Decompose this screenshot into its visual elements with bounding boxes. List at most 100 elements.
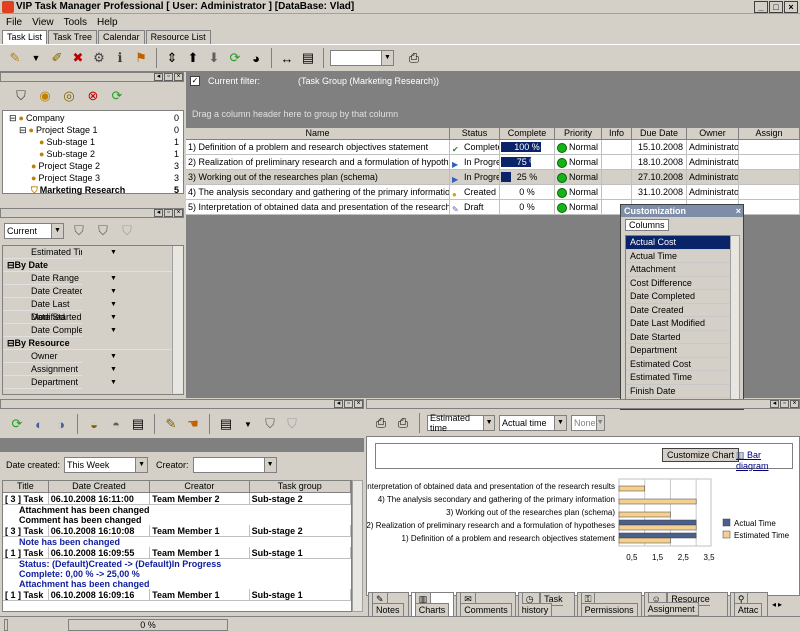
tabs-scroll-right[interactable]: ▸ bbox=[778, 600, 782, 609]
columns-icon[interactable]: ▤ bbox=[299, 49, 317, 67]
tab-task-list[interactable]: Task List bbox=[2, 30, 48, 44]
panel-pin-icon[interactable]: ◂ bbox=[770, 400, 779, 408]
export-icon[interactable]: ▤ bbox=[129, 415, 147, 433]
panel-close-icon[interactable]: × bbox=[174, 73, 183, 81]
col-assign[interactable]: Assign bbox=[739, 128, 800, 139]
hcol-title[interactable]: Title bbox=[3, 481, 49, 492]
prop-estimated-time[interactable]: Estimated Time ▼ bbox=[3, 246, 183, 259]
panel-pin-icon[interactable]: ◂ bbox=[154, 73, 163, 81]
hcol-task-group[interactable]: Task group bbox=[250, 481, 351, 492]
customization-item[interactable]: Estimated Cost bbox=[626, 357, 732, 371]
customize-chart-button[interactable]: Customize Chart bbox=[662, 448, 740, 462]
filter-clear-icon[interactable]: ⛉ bbox=[118, 222, 136, 240]
task-info-icon[interactable]: ℹ bbox=[111, 49, 129, 67]
customization-item[interactable]: Cost Difference bbox=[626, 276, 732, 290]
clear-icon[interactable]: ◕ bbox=[247, 49, 265, 67]
history-row[interactable]: [ 3 ] Task 06.10.2008 16:10:08 Team Member… bbox=[3, 525, 351, 537]
open-task-icon[interactable]: ◒ bbox=[85, 415, 103, 433]
fit-width-icon[interactable]: ↔ bbox=[278, 49, 296, 67]
panel-close-icon[interactable]: × bbox=[790, 400, 799, 408]
chart-series3-select[interactable]: None ▼ bbox=[571, 415, 605, 431]
history-row[interactable]: [ 1 ] Task 06.10.2008 16:09:55 Team Member… bbox=[3, 547, 351, 559]
prop-date-range[interactable]: Date Range ▼ bbox=[3, 272, 183, 285]
edit-history-icon[interactable]: ✎ bbox=[162, 415, 180, 433]
refresh-tree-icon[interactable]: ⟳ bbox=[108, 87, 126, 105]
col-status[interactable]: Status bbox=[450, 128, 500, 139]
panel-pin-icon[interactable]: ◂ bbox=[154, 209, 163, 217]
tab-charts[interactable]: ▥ Charts bbox=[410, 591, 455, 617]
view-icon[interactable]: ◐ bbox=[30, 415, 48, 433]
maximize-button[interactable]: □ bbox=[769, 1, 783, 13]
print-preview-icon[interactable]: ⎙ bbox=[372, 414, 390, 432]
print-icon[interactable]: ⎙ bbox=[394, 414, 412, 432]
prop-owner[interactable]: Owner ▼ bbox=[3, 350, 183, 363]
filter-checkbox[interactable]: ✓ bbox=[190, 76, 200, 86]
table-row[interactable]: 4) The analysis secondary and gathering … bbox=[186, 185, 800, 200]
new-task-icon[interactable]: ✎ bbox=[6, 49, 24, 67]
filter-edit-icon[interactable]: ⛉ bbox=[94, 222, 112, 240]
table-row[interactable]: 3) Working out of the researches plan (s… bbox=[186, 170, 800, 185]
view-select[interactable]: Current ▼ bbox=[4, 223, 64, 239]
dropdown-arrow-icon[interactable]: ▼ bbox=[239, 415, 257, 433]
columns-icon[interactable]: ▤ bbox=[217, 415, 235, 433]
close-button[interactable]: × bbox=[784, 1, 798, 13]
prop-department[interactable]: Department ▼ bbox=[3, 376, 183, 389]
menu-view[interactable]: View bbox=[32, 17, 54, 28]
filter-icon[interactable]: ⛉ bbox=[261, 415, 279, 433]
customization-item[interactable]: Attachment bbox=[626, 263, 732, 277]
tab-task-tree[interactable]: Task Tree bbox=[48, 30, 98, 44]
prop-assignment[interactable]: Assignment ▼ bbox=[3, 363, 183, 376]
customization-item[interactable]: Department bbox=[626, 344, 732, 358]
customization-item[interactable]: Actual Cost bbox=[626, 236, 732, 250]
tree-node-project-stage-2[interactable]: ● Project Stage 23 bbox=[3, 160, 183, 172]
hand-icon[interactable]: ☚ bbox=[184, 415, 202, 433]
panel-close-icon[interactable]: × bbox=[174, 209, 183, 217]
menu-file[interactable]: File bbox=[6, 17, 22, 28]
customization-item[interactable]: Date Created bbox=[626, 303, 732, 317]
tab-attachments[interactable]: ⚲ Attac bbox=[729, 591, 768, 617]
prop-date-created[interactable]: Date Created ▼ bbox=[3, 285, 183, 298]
tab-task-history[interactable]: ◷ Task history bbox=[517, 591, 575, 617]
col-name[interactable]: Name bbox=[186, 128, 450, 139]
tab-calendar[interactable]: Calendar bbox=[98, 30, 145, 44]
delete-task-icon[interactable]: ✖ bbox=[69, 49, 87, 67]
prop-date-last-modified[interactable]: Date Last Modified ▼ bbox=[3, 298, 183, 322]
filter-icon[interactable]: ⛉ bbox=[70, 222, 88, 240]
tree-node-marketing-research[interactable]: ⛉ Marketing Research 5 bbox=[3, 184, 183, 196]
panel-float-icon[interactable]: ▫ bbox=[164, 73, 173, 81]
panel-pin-icon[interactable]: ◂ bbox=[334, 400, 343, 408]
tree-node-sub-stage-2[interactable]: ● Sub-stage 21 bbox=[3, 148, 183, 160]
prop-date-completed[interactable]: Date Completed ▼ bbox=[3, 324, 183, 337]
panel-float-icon[interactable]: ▫ bbox=[164, 209, 173, 217]
col-complete[interactable]: Complete bbox=[500, 128, 555, 139]
task-flag-icon[interactable]: ⚑ bbox=[132, 49, 150, 67]
panel-float-icon[interactable]: ▫ bbox=[344, 400, 353, 408]
dropdown-arrow-icon[interactable]: ▼ bbox=[27, 49, 45, 67]
customization-item[interactable]: Estimated Time bbox=[626, 371, 732, 385]
delete-group-icon[interactable]: ⊗ bbox=[84, 87, 102, 105]
customization-item[interactable]: Date Started bbox=[626, 330, 732, 344]
chart-series1-select[interactable]: Estimated time ▼ bbox=[427, 413, 495, 433]
minimize-button[interactable]: _ bbox=[754, 1, 768, 13]
filter-icon[interactable]: ⛉ bbox=[12, 87, 30, 105]
menu-tools[interactable]: Tools bbox=[64, 17, 87, 28]
tree-node-project-stage-3[interactable]: ● Project Stage 33 bbox=[3, 172, 183, 184]
print-icon[interactable]: ⎙ bbox=[405, 49, 423, 67]
bar-diagram-link[interactable]: ▥ Bar diagram bbox=[736, 450, 792, 471]
customization-close-icon[interactable]: × bbox=[736, 205, 741, 217]
tab-comments[interactable]: ✉ Comments bbox=[456, 591, 516, 617]
group-panel[interactable]: Drag a column header here to group by th… bbox=[186, 108, 800, 126]
prop-date-started[interactable]: Date Started ▼ bbox=[3, 311, 183, 324]
date-created-select[interactable]: This Week ▼ bbox=[64, 457, 149, 473]
view-all-icon[interactable]: ◑ bbox=[52, 415, 70, 433]
col-owner[interactable]: Owner bbox=[687, 128, 739, 139]
table-row[interactable]: 2) Realization of preliminary research a… bbox=[186, 155, 800, 170]
col-info[interactable]: Info bbox=[602, 128, 632, 139]
tab-resource-list[interactable]: Resource List bbox=[145, 30, 211, 44]
col-due-date[interactable]: Due Date bbox=[632, 128, 687, 139]
history-row[interactable]: [ 3 ] Task 06.10.2008 16:11:00 Team Member… bbox=[3, 493, 351, 505]
col-priority[interactable]: Priority bbox=[555, 128, 602, 139]
history-scrollbar[interactable] bbox=[352, 480, 363, 612]
chart-series2-select[interactable]: Actual time ▼ bbox=[499, 415, 567, 431]
panel-float-icon[interactable]: ▫ bbox=[780, 400, 789, 408]
